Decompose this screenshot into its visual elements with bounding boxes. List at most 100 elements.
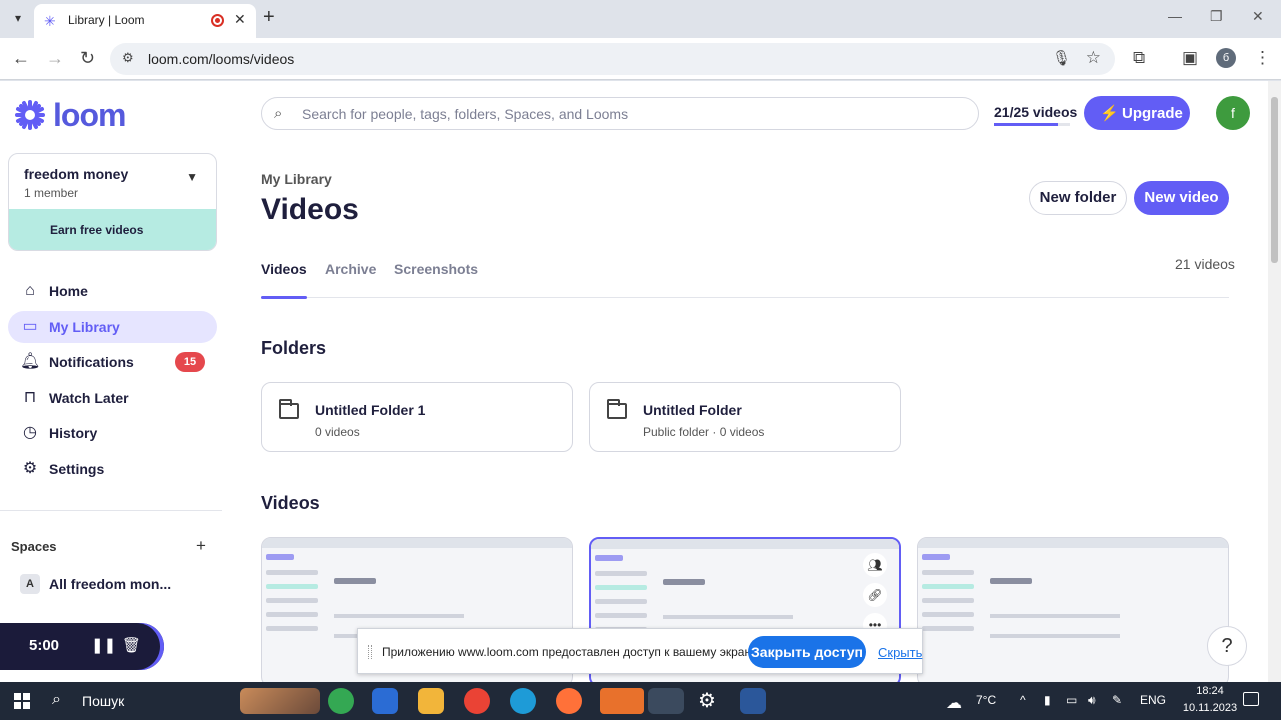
bookmark-star-icon[interactable]: ☆ bbox=[1086, 48, 1101, 68]
microphone-icon[interactable]: 🎙 bbox=[1052, 49, 1071, 67]
thumbnail-row bbox=[334, 614, 464, 618]
active-chrome-app-icon[interactable] bbox=[600, 688, 644, 714]
earn-free-videos-button[interactable]: Earn free videos bbox=[9, 209, 216, 250]
logo-text: loom bbox=[53, 96, 126, 133]
sidebar-item-label: Settings bbox=[49, 461, 105, 477]
sidebar-item-notifications[interactable]: 🔔︎ Notifications 15 bbox=[8, 346, 217, 378]
firefox-app-icon[interactable] bbox=[556, 688, 582, 714]
new-tab-icon[interactable]: + bbox=[263, 6, 275, 29]
video-quota[interactable]: 21/25 videos bbox=[994, 104, 1077, 120]
drag-handle-icon[interactable] bbox=[368, 645, 372, 659]
loom-logo[interactable]: loom bbox=[15, 96, 126, 133]
space-label: All freedom mon... bbox=[49, 576, 172, 592]
search-input[interactable] bbox=[302, 103, 942, 124]
tab-videos[interactable]: Videos bbox=[261, 261, 307, 299]
url-text[interactable]: loom.com/looms/videos bbox=[148, 51, 294, 67]
quota-progress-fill bbox=[994, 123, 1058, 126]
breadcrumb: My Library bbox=[261, 171, 332, 187]
upgrade-button[interactable]: ⚡ Upgrade bbox=[1084, 96, 1190, 130]
folder-card[interactable]: Untitled Folder Public folder · 0 videos bbox=[589, 382, 901, 452]
thumbnail-content bbox=[990, 570, 1032, 584]
taskbar-date[interactable]: 10.11.2023 bbox=[1176, 702, 1244, 714]
thumbnail-content bbox=[334, 570, 376, 584]
restore-icon[interactable]: ❐ bbox=[1210, 8, 1223, 25]
taskbar-search-label[interactable]: Пошук bbox=[82, 693, 124, 709]
browser-profile-avatar[interactable]: б bbox=[1216, 48, 1236, 68]
network-icon[interactable]: ▭ bbox=[1066, 693, 1077, 707]
browser-menu-icon[interactable]: ⋮ bbox=[1254, 48, 1271, 68]
workspace-switcher[interactable]: freedom money 1 member ▼ Earn free video… bbox=[8, 153, 217, 251]
browser-tab[interactable]: ✳ Library | Loom ✕ bbox=[34, 4, 256, 38]
sidebar-item-label: Home bbox=[49, 283, 88, 299]
sidebar-item-history[interactable]: ◷ History bbox=[8, 417, 217, 449]
add-space-icon[interactable]: + bbox=[196, 536, 206, 556]
sidebar-item-settings[interactable]: ⚙ Settings bbox=[8, 453, 217, 485]
edge-app-icon[interactable] bbox=[510, 688, 536, 714]
taskbar-search-icon[interactable]: ⌕ bbox=[52, 691, 61, 709]
video-card[interactable] bbox=[917, 537, 1229, 682]
new-video-button[interactable]: New video bbox=[1134, 181, 1229, 215]
window-close-icon[interactable]: ✕ bbox=[1252, 8, 1264, 25]
sidebar-item-home[interactable]: ⌂ Home bbox=[8, 275, 217, 307]
minimize-icon[interactable]: — bbox=[1168, 8, 1182, 24]
folder-icon bbox=[279, 399, 299, 419]
sidebar-item-my-library[interactable]: ▭ My Library bbox=[8, 311, 217, 343]
omnibox[interactable]: ⚙ loom.com/looms/videos 🎙 ☆ bbox=[110, 43, 1115, 75]
thumbnail-sidebar bbox=[922, 554, 974, 682]
chrome-profile-app-icon[interactable] bbox=[464, 688, 490, 714]
language-indicator[interactable]: ENG bbox=[1140, 693, 1166, 707]
folder-name: Untitled Folder 1 bbox=[315, 402, 426, 418]
chevron-down-icon[interactable]: ▼ bbox=[186, 170, 198, 184]
mic-tray-icon[interactable]: ▮ bbox=[1044, 693, 1051, 707]
taskbar-time[interactable]: 18:24 bbox=[1187, 685, 1233, 697]
stop-sharing-button[interactable]: Закрыть доступ bbox=[748, 636, 866, 668]
share-people-icon[interactable]: 👥︎ bbox=[863, 553, 887, 577]
notifications-icon[interactable] bbox=[1243, 692, 1259, 706]
thumbnail-content bbox=[663, 571, 705, 585]
scrollbar-thumb[interactable] bbox=[1271, 97, 1278, 263]
reload-icon[interactable]: ↻ bbox=[80, 48, 95, 69]
word-app-icon[interactable] bbox=[740, 688, 766, 714]
chrome-app-icon[interactable] bbox=[328, 688, 354, 714]
user-avatar[interactable]: f bbox=[1216, 96, 1250, 130]
trash-icon[interactable]: 🗑︎ bbox=[122, 636, 141, 654]
new-folder-button[interactable]: New folder bbox=[1029, 181, 1127, 215]
windows-start-icon[interactable] bbox=[14, 693, 30, 709]
pause-icon[interactable]: ❚❚ bbox=[91, 636, 116, 654]
weather-temp[interactable]: 7°C bbox=[976, 693, 996, 707]
home-icon: ⌂ bbox=[25, 282, 35, 299]
settings-app-icon[interactable]: ⚙ bbox=[694, 688, 720, 714]
notifications-badge: 15 bbox=[175, 352, 205, 372]
store-app-icon[interactable] bbox=[372, 688, 398, 714]
copy-link-icon[interactable]: 🔗︎ bbox=[863, 583, 887, 607]
weather-icon[interactable]: ☁ bbox=[946, 693, 962, 713]
tab-search-icon[interactable]: ▾ bbox=[8, 8, 28, 28]
tab-archive[interactable]: Archive bbox=[325, 261, 376, 298]
thumbnail-chrome bbox=[262, 538, 572, 548]
forward-icon[interactable]: → bbox=[46, 48, 64, 69]
gear-icon: ⚙ bbox=[22, 460, 38, 477]
site-info-icon[interactable]: ⚙ bbox=[122, 50, 134, 66]
sidebar-item-label: Watch Later bbox=[49, 390, 129, 406]
thumbnail-row bbox=[990, 614, 1120, 618]
tab-screenshots[interactable]: Screenshots bbox=[394, 261, 478, 298]
pen-icon[interactable]: ✎ bbox=[1112, 693, 1122, 707]
upgrade-label: Upgrade bbox=[1122, 105, 1183, 122]
hide-notice-link[interactable]: Скрыть bbox=[878, 645, 922, 660]
file-explorer-icon[interactable] bbox=[418, 688, 444, 714]
search-bar[interactable]: ⌕ bbox=[261, 97, 979, 130]
sidebar-item-watch-later[interactable]: ⊓ Watch Later bbox=[8, 382, 217, 414]
screen: ▾ ✳ Library | Loom ✕ + — ❐ ✕ ← → ↻ ⚙ loo… bbox=[0, 0, 1281, 720]
volume-icon[interactable]: 🔊︎ bbox=[1088, 693, 1096, 708]
help-button[interactable]: ? bbox=[1207, 626, 1247, 666]
tab-close-icon[interactable]: ✕ bbox=[234, 11, 246, 28]
tray-expand-icon[interactable]: ^ bbox=[1020, 693, 1026, 707]
side-panel-icon[interactable]: ▣ bbox=[1182, 48, 1198, 68]
chrome-window-app-icon[interactable] bbox=[648, 688, 684, 714]
folder-meta: Public folder · 0 videos bbox=[643, 425, 765, 439]
extensions-icon[interactable]: ⧉ bbox=[1133, 48, 1145, 68]
folder-card[interactable]: Untitled Folder 1 0 videos bbox=[261, 382, 573, 452]
back-icon[interactable]: ← bbox=[12, 48, 30, 69]
page-scrollbar[interactable] bbox=[1268, 81, 1281, 682]
sidebar-divider bbox=[0, 510, 222, 511]
